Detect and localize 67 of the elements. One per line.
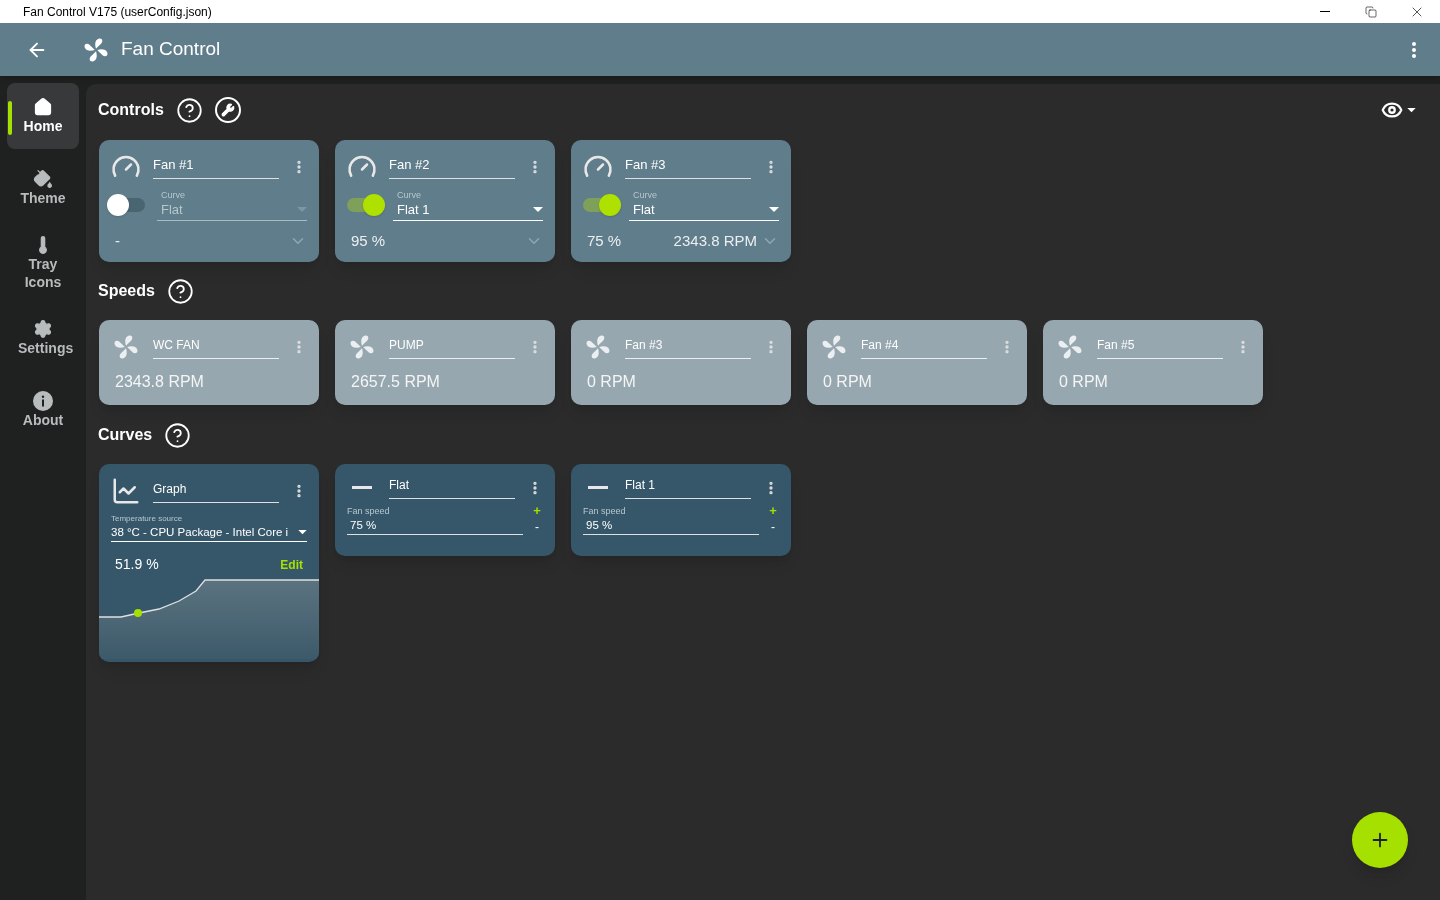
curve-value: 51.9 % xyxy=(115,555,159,575)
info-icon xyxy=(33,391,53,411)
app-title: Fan Control xyxy=(121,37,222,62)
rpm-reading: 0 RPM xyxy=(586,372,637,392)
fan-speed-field[interactable]: Fan speed 75 % xyxy=(347,505,523,535)
rpm-reading: 2343.8 RPM xyxy=(114,372,205,392)
caret-icon xyxy=(298,530,307,536)
name-field[interactable]: WC FAN xyxy=(153,335,279,359)
control-value: - xyxy=(115,230,121,251)
rpm-reading: 2343.8 RPM xyxy=(673,230,757,251)
temperature-source-select[interactable]: Temperature source 38 °C - CPU Package - Intel Core i xyxy=(111,514,307,543)
name-field[interactable]: Fan #4 xyxy=(861,335,987,359)
line-chart-icon xyxy=(111,476,141,506)
help-button[interactable] xyxy=(164,421,192,449)
rpm-reading: 2657.5 RPM xyxy=(350,372,441,392)
caret-icon xyxy=(297,206,307,213)
name-field[interactable]: Flat 1 xyxy=(625,476,751,499)
nav-item[interactable]: Settings xyxy=(7,305,79,371)
name-field[interactable]: Flat xyxy=(389,476,515,499)
increase-button[interactable]: + xyxy=(769,503,777,519)
help-icon xyxy=(164,421,192,449)
add-button[interactable] xyxy=(1352,812,1408,868)
caret-icon xyxy=(769,206,779,213)
section-title: Controls xyxy=(98,100,164,120)
nav-item[interactable]: Tray Icons xyxy=(7,227,79,299)
flat-line-icon xyxy=(352,486,372,489)
control-value: 95 % xyxy=(351,230,387,251)
name-field[interactable]: Graph xyxy=(153,479,279,503)
control-value: 75 % xyxy=(587,230,623,251)
increase-button[interactable]: + xyxy=(533,503,541,519)
help-icon xyxy=(175,96,203,124)
nav-item[interactable]: Theme xyxy=(7,155,79,221)
theme-icon xyxy=(33,169,53,189)
menu-button[interactable] xyxy=(1412,41,1416,58)
caret-icon xyxy=(1407,107,1416,113)
curve-select[interactable]: Curve Flat xyxy=(157,190,307,221)
help-icon xyxy=(166,277,194,305)
help-button[interactable] xyxy=(166,277,194,305)
curve-select[interactable]: Curve Flat 1 xyxy=(393,190,543,221)
wrench-button[interactable] xyxy=(214,97,241,123)
minimize-icon xyxy=(1320,11,1330,12)
caret-icon xyxy=(533,206,543,213)
section-title: Curves xyxy=(98,425,153,445)
fan-speed-field[interactable]: Fan speed 95 % xyxy=(583,505,759,535)
more-icon xyxy=(1412,41,1416,58)
name-field[interactable]: Fan #5 xyxy=(1097,335,1223,359)
name-field[interactable]: Fan #1 xyxy=(153,154,279,180)
wrench-icon xyxy=(220,103,235,117)
rpm-reading: 0 RPM xyxy=(822,372,873,392)
decrease-button[interactable]: - xyxy=(771,519,775,535)
nav-item[interactable]: Home xyxy=(7,83,79,149)
name-field[interactable]: PUMP xyxy=(389,335,515,359)
section-title: Speeds xyxy=(98,281,155,301)
restore-icon xyxy=(1365,5,1377,18)
home-icon xyxy=(33,97,53,117)
flat-line-icon xyxy=(588,486,608,489)
window-title: Fan Control V175 (userConfig.json) xyxy=(23,3,213,21)
name-field[interactable]: Fan #2 xyxy=(389,154,515,180)
curve-select[interactable]: Curve Flat xyxy=(629,190,779,221)
edit-link[interactable]: Edit xyxy=(280,555,303,574)
nav-item[interactable]: About xyxy=(7,377,79,443)
rpm-reading: 0 RPM xyxy=(1058,372,1109,392)
name-field[interactable]: Fan #3 xyxy=(625,154,751,180)
decrease-button[interactable]: - xyxy=(535,519,539,535)
name-field[interactable]: Fan #3 xyxy=(625,335,751,359)
help-button[interactable] xyxy=(175,96,203,124)
settings-icon xyxy=(33,319,53,339)
